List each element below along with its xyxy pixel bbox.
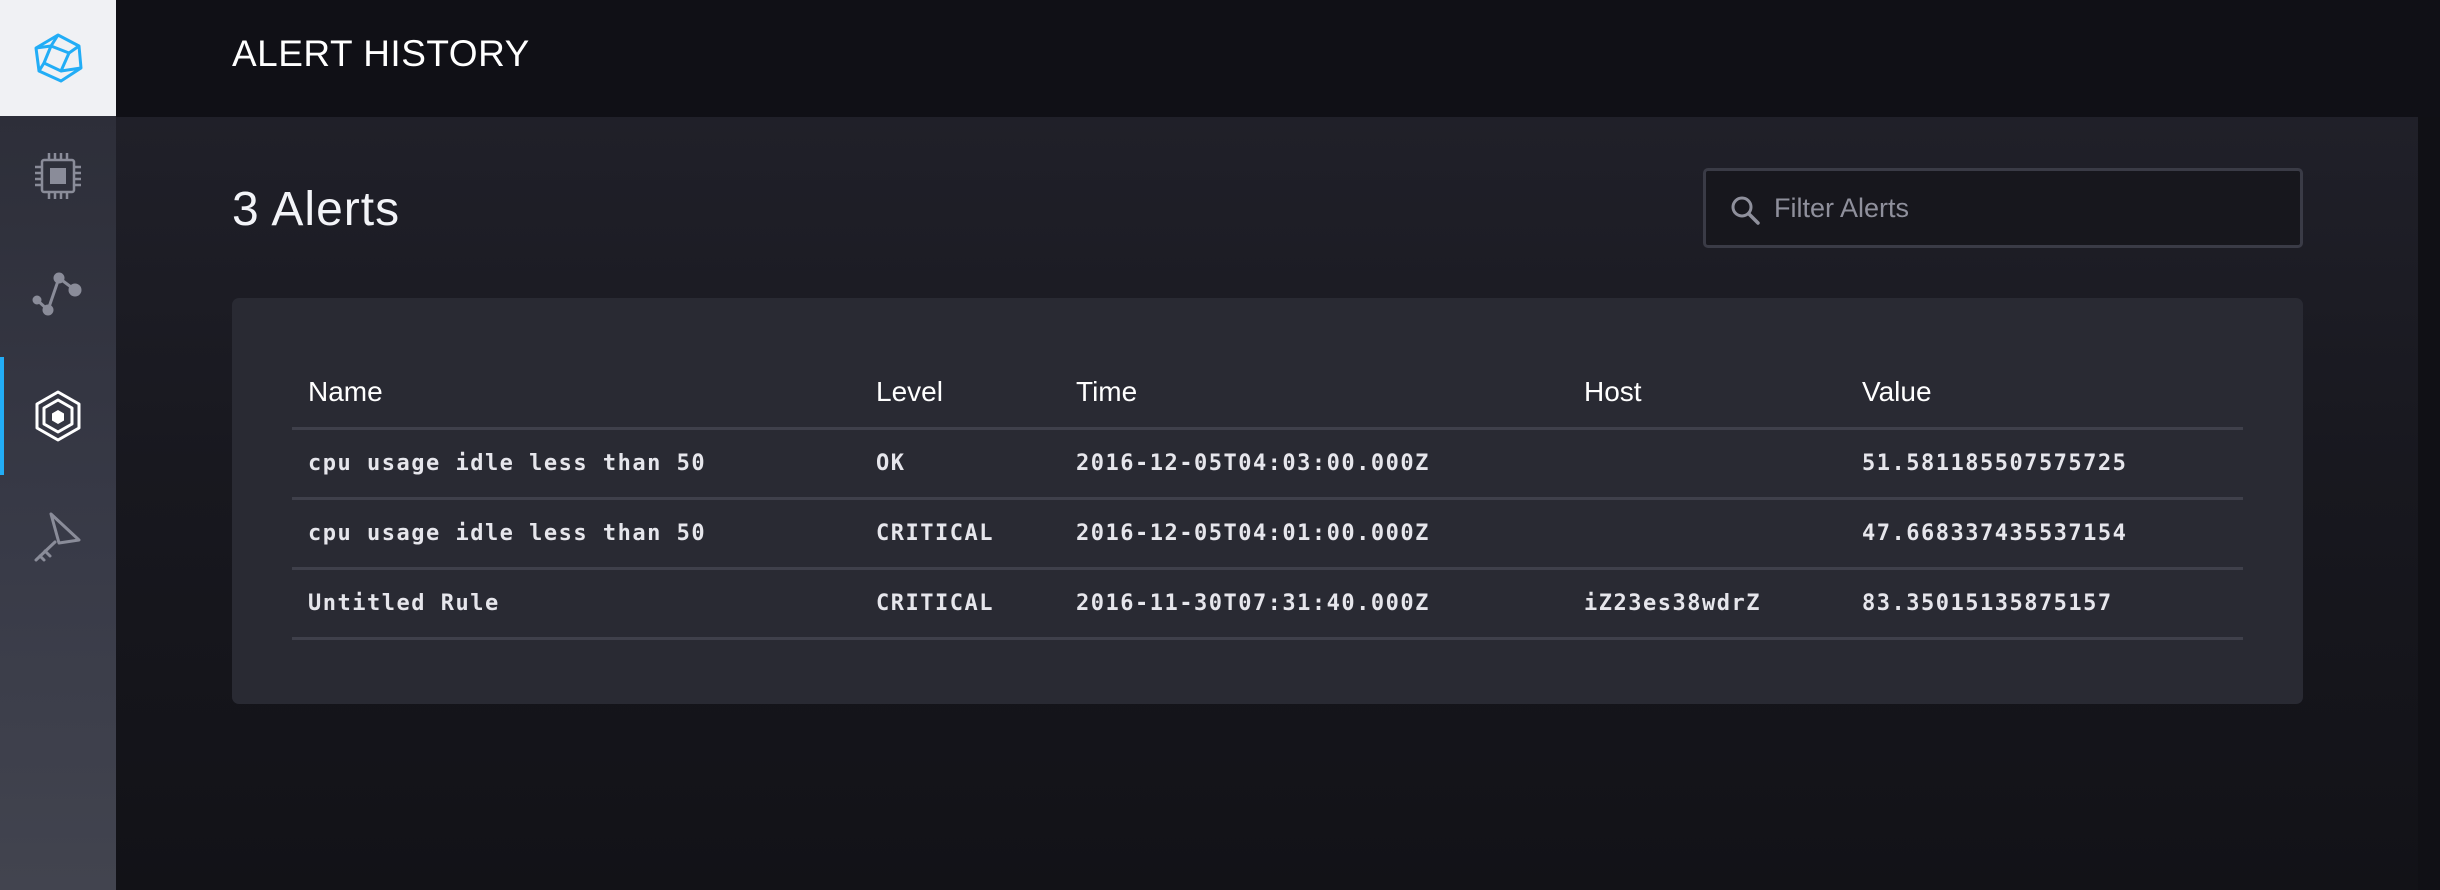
- sidebar: [0, 0, 116, 890]
- table-row: cpu usage idle less than 50 OK 2016-12-0…: [292, 428, 2243, 500]
- alert-level-cell: CRITICAL: [860, 568, 1060, 640]
- alert-name-cell: cpu usage idle less than 50: [292, 498, 860, 570]
- alert-name-cell: Untitled Rule: [292, 568, 860, 640]
- alerts-table: Name Level Time Host Value cpu usage idl…: [292, 358, 2243, 640]
- page-header: ALERT HISTORY: [116, 0, 2440, 117]
- alert-hexagon-icon: [35, 390, 81, 442]
- alert-count-heading: 3 Alerts: [232, 183, 401, 236]
- chronograf-logo-icon: [34, 33, 83, 83]
- column-header-level[interactable]: Level: [860, 358, 1060, 430]
- alert-value-cell: 83.35015135875157: [1846, 568, 2243, 640]
- column-header-value[interactable]: Value: [1846, 358, 2243, 430]
- alert-host-cell[interactable]: [1568, 498, 1846, 570]
- alert-time-cell: 2016-12-05T04:01:00.000Z: [1060, 498, 1568, 570]
- sidebar-item-data-explorer[interactable]: [0, 235, 116, 353]
- alert-value-cell: 47.668337435537154: [1846, 498, 2243, 570]
- sidebar-item-alerting[interactable]: [0, 357, 116, 475]
- alert-level-cell: OK: [860, 428, 1060, 500]
- column-header-host[interactable]: Host: [1568, 358, 1846, 430]
- column-header-name[interactable]: Name: [292, 358, 860, 430]
- filter-alerts-field[interactable]: [1703, 168, 2303, 248]
- alerts-table-panel: Name Level Time Host Value cpu usage idl…: [232, 298, 2303, 704]
- alert-host-cell[interactable]: [1568, 428, 1846, 500]
- page-title: ALERT HISTORY: [232, 33, 530, 74]
- alert-time-cell: 2016-12-05T04:03:00.000Z: [1060, 428, 1568, 500]
- alert-value-cell: 51.581185507575725: [1846, 428, 2243, 500]
- search-icon: [1731, 196, 1760, 225]
- table-row: Untitled Rule CRITICAL 2016-11-30T07:31:…: [292, 568, 2243, 640]
- sidebar-item-host-list[interactable]: [0, 117, 116, 235]
- scrollbar-track[interactable]: [2418, 117, 2440, 890]
- alert-host-cell[interactable]: iZ23es38wdrZ: [1568, 568, 1846, 640]
- alert-name-cell: cpu usage idle less than 50: [292, 428, 860, 500]
- config-icon: [34, 512, 81, 562]
- column-header-time[interactable]: Time: [1060, 358, 1568, 430]
- table-header-row: Name Level Time Host Value: [292, 358, 2243, 430]
- alert-time-cell: 2016-11-30T07:31:40.000Z: [1060, 568, 1568, 640]
- filter-alerts-input[interactable]: [1772, 171, 2282, 245]
- sidebar-item-configuration[interactable]: [0, 478, 116, 596]
- graph-nodes-icon: [32, 272, 82, 316]
- logo-link[interactable]: [0, 0, 116, 116]
- cpu-chip-icon: [35, 153, 81, 199]
- main-content: 3 Alerts Name Level Time Host Value cpu …: [116, 117, 2440, 890]
- alert-level-cell: CRITICAL: [860, 498, 1060, 570]
- table-row: cpu usage idle less than 50 CRITICAL 201…: [292, 498, 2243, 570]
